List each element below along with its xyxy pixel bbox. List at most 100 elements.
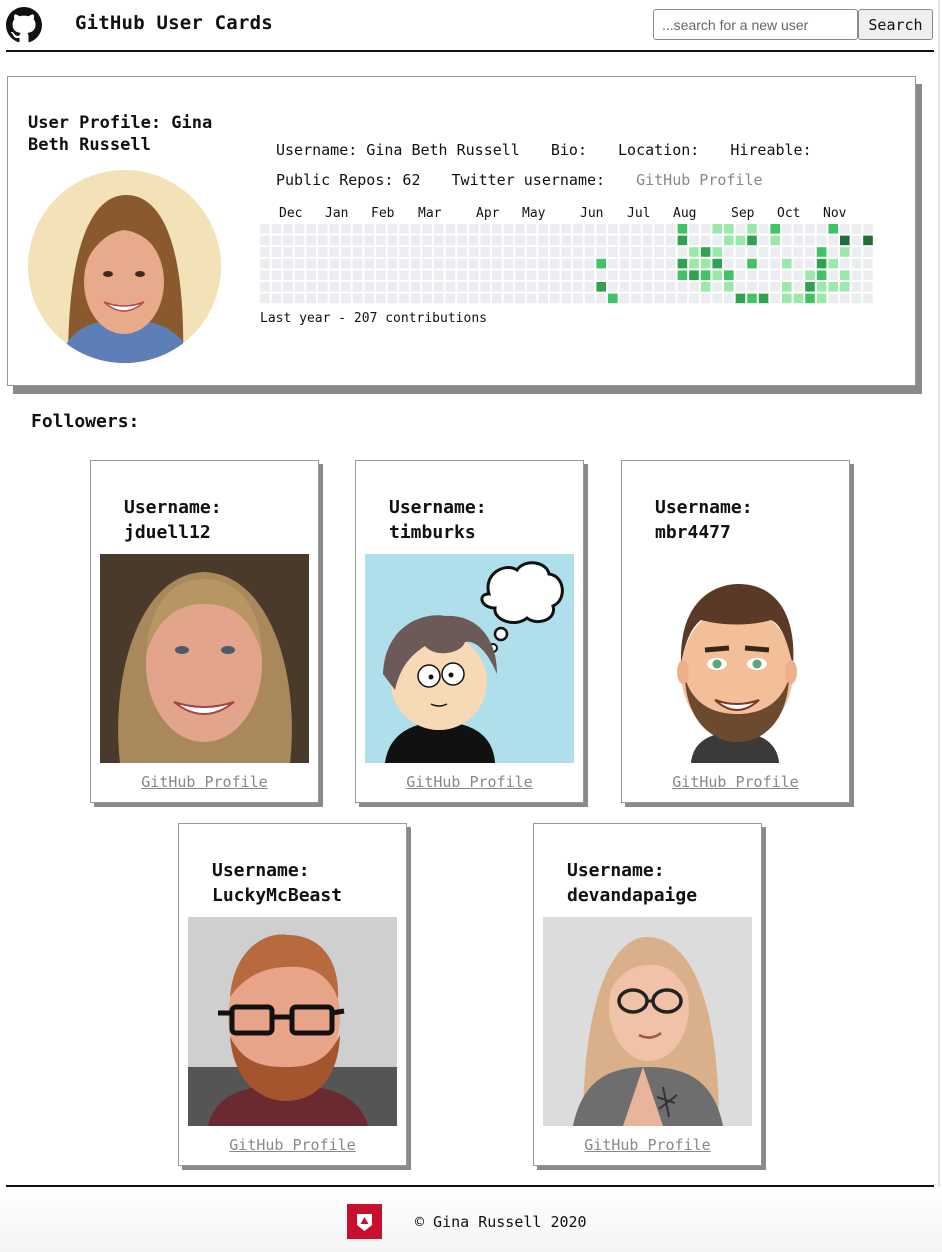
contribution-day <box>863 258 873 269</box>
contribution-day <box>712 247 722 257</box>
contribution-day <box>283 293 293 304</box>
contribution-day <box>445 293 456 304</box>
contribution-day <box>805 258 815 269</box>
contribution-day <box>770 282 780 292</box>
contribution-day <box>677 247 688 257</box>
contribution-day <box>782 258 792 269</box>
contribution-day <box>422 235 432 246</box>
contribution-day <box>700 282 711 292</box>
contribution-day <box>677 282 688 292</box>
contribution-day <box>561 224 572 234</box>
follower-github-link[interactable]: GitHub Profile <box>179 1136 406 1154</box>
contribution-day <box>515 224 525 234</box>
contribution-day <box>619 235 630 246</box>
contribution-day <box>550 235 560 246</box>
follower-github-link[interactable]: GitHub Profile <box>356 773 583 791</box>
follower-github-link[interactable]: GitHub Profile <box>91 773 318 791</box>
contribution-day <box>724 282 734 292</box>
contribution-day <box>735 293 746 304</box>
contribution-day <box>434 293 444 304</box>
contribution-day <box>851 235 862 246</box>
contribution-month-label: Jan <box>325 206 349 221</box>
contribution-day <box>550 258 560 269</box>
contribution-day <box>318 235 328 246</box>
contribution-day <box>329 235 340 246</box>
contribution-day <box>631 282 641 292</box>
contribution-day <box>399 258 409 269</box>
contribution-day <box>828 247 838 257</box>
follower-avatar <box>100 554 309 763</box>
contribution-day <box>294 224 305 234</box>
contribution-month-label: Dec <box>279 206 303 221</box>
contribution-day <box>306 235 316 246</box>
contribution-day <box>689 247 699 257</box>
contribution-day <box>306 224 316 234</box>
contribution-day <box>434 235 444 246</box>
app-title: GitHub User Cards <box>75 12 273 34</box>
contribution-day <box>770 258 780 269</box>
contribution-day <box>816 258 827 269</box>
contribution-day <box>468 235 479 246</box>
contribution-day <box>619 282 630 292</box>
contribution-day <box>538 293 548 304</box>
contribution-month-label: Aug <box>673 206 697 221</box>
scrollbar-track[interactable] <box>938 0 940 1252</box>
contribution-day <box>666 235 676 246</box>
search-button[interactable]: Search <box>858 9 933 40</box>
profile-info-row-1: Username: Gina Beth Russell Bio: Locatio… <box>276 141 834 159</box>
contribution-day <box>387 270 398 280</box>
contribution-day <box>364 258 374 269</box>
contribution-day <box>712 270 722 280</box>
contribution-day <box>793 270 804 280</box>
contribution-day <box>364 235 374 246</box>
contribution-day <box>468 282 479 292</box>
contribution-day <box>294 282 305 292</box>
contribution-day <box>851 270 862 280</box>
contribution-day <box>573 235 583 246</box>
contribution-day <box>260 247 270 257</box>
contribution-day <box>468 270 479 280</box>
contribution-day <box>434 282 444 292</box>
contribution-day <box>318 282 328 292</box>
contribution-day <box>515 270 525 280</box>
contribution-day <box>654 224 664 234</box>
contribution-day <box>306 293 316 304</box>
contribution-day <box>840 282 850 292</box>
contribution-day <box>561 293 572 304</box>
contribution-day <box>619 247 630 257</box>
contribution-day <box>840 270 850 280</box>
contribution-day <box>666 282 676 292</box>
contribution-day <box>294 293 305 304</box>
profile-github-link[interactable]: GitHub Profile <box>636 171 762 189</box>
followers-heading: Followers: <box>31 411 140 432</box>
contribution-day <box>793 258 804 269</box>
contribution-day <box>260 235 270 246</box>
contribution-day <box>561 235 572 246</box>
follower-card: Username: timburks GitHub Profile <box>355 460 584 803</box>
contribution-day <box>457 224 467 234</box>
follower-github-link[interactable]: GitHub Profile <box>534 1136 761 1154</box>
contribution-day <box>561 258 572 269</box>
contribution-day <box>271 224 282 234</box>
contribution-day <box>735 270 746 280</box>
contribution-day <box>329 247 340 257</box>
contribution-day <box>840 258 850 269</box>
contribution-day <box>677 258 688 269</box>
contribution-day <box>851 224 862 234</box>
contribution-day <box>654 293 664 304</box>
contribution-day <box>364 247 374 257</box>
follower-github-link[interactable]: GitHub Profile <box>622 773 849 791</box>
github-logo-icon[interactable] <box>6 7 42 43</box>
contribution-day <box>677 293 688 304</box>
contribution-day <box>712 258 722 269</box>
contribution-day <box>306 247 316 257</box>
contribution-day <box>689 235 699 246</box>
contribution-day <box>399 247 409 257</box>
contribution-day <box>457 282 467 292</box>
search-input[interactable] <box>653 9 858 40</box>
contribution-day <box>271 247 282 257</box>
contribution-day <box>318 270 328 280</box>
contribution-day <box>515 293 525 304</box>
contribution-day <box>828 258 838 269</box>
contribution-day <box>747 282 757 292</box>
